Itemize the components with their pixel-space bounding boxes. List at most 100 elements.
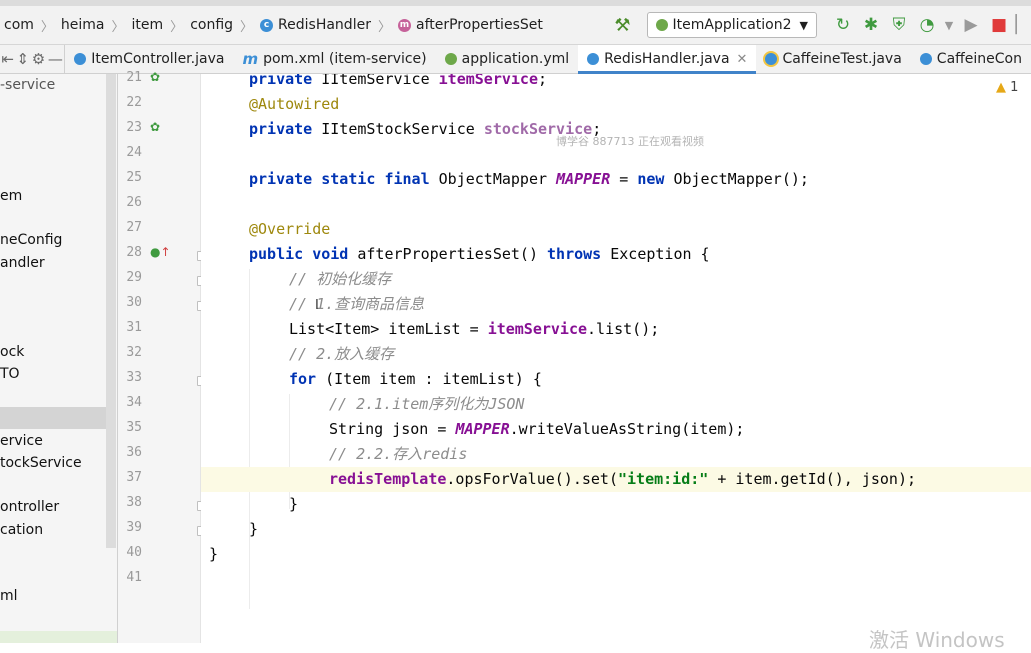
tree-item[interactable]: ervice — [0, 433, 43, 449]
warnings-indicator[interactable]: ▲ 1 — [996, 80, 1018, 95]
breadcrumb-label: item — [131, 17, 164, 33]
line-number: 32 — [126, 345, 142, 360]
chevron-right-icon: 〉 — [240, 19, 254, 35]
tab-application-yml[interactable]: application.yml — [436, 45, 579, 73]
line-number: 24 — [126, 145, 142, 160]
build-hammer-icon[interactable]: ⚒ — [614, 15, 630, 36]
annotation: @Override — [249, 220, 331, 238]
editor-gutter: 21 22 23 24 25 26 27 28 29 30 31 32 33 3… — [118, 70, 207, 643]
tree-item[interactable]: ock — [0, 344, 24, 360]
profile-icon[interactable]: ◔ — [913, 15, 941, 35]
coverage-icon[interactable]: ⛨ — [885, 15, 913, 35]
code-line-39: } — [249, 520, 259, 538]
code-line-40: } — [209, 545, 219, 563]
constant-name: MAPPER — [455, 420, 510, 438]
line-number: 23 — [126, 120, 142, 135]
chevron-right-icon: 〉 — [377, 19, 391, 35]
class-icon: c — [260, 18, 274, 32]
tab-label: CaffeineTest.java — [782, 51, 902, 67]
collapse-all-icon[interactable]: ⇤ — [1, 50, 14, 68]
more-run-options-icon[interactable]: ▼ — [941, 19, 957, 32]
code-line-23: private IItemStockService stockService; — [249, 117, 601, 142]
run-icon[interactable]: ▶ — [957, 15, 985, 35]
close-icon[interactable]: ✕ — [737, 52, 748, 67]
field-name: itemService — [487, 320, 588, 338]
line-number: 31 — [126, 320, 142, 335]
minimize-icon[interactable]: — — [48, 50, 63, 68]
tab-label: ItemController.java — [91, 51, 225, 67]
tab-label: RedisHandler.java — [604, 51, 730, 67]
line-number: 41 — [126, 570, 142, 585]
stop-icon[interactable]: ■ — [985, 15, 1013, 35]
expand-icon[interactable]: ⇕ — [17, 50, 30, 68]
tree-item[interactable]: ontroller — [0, 499, 59, 515]
rerun-icon[interactable]: ↻ — [829, 15, 857, 35]
breadcrumb-item-config[interactable]: config — [190, 17, 233, 33]
keyword: private — [249, 120, 313, 138]
debug-bug-icon[interactable]: ✱ — [857, 15, 885, 35]
code-line-36: // 2.2.存入redis — [329, 445, 468, 463]
tree-item[interactable]: ml — [0, 588, 18, 604]
tab-pom-xml[interactable]: m pom.xml (item-service) — [233, 45, 435, 73]
chevron-right-icon: 〉 — [40, 19, 54, 35]
tree-item[interactable]: TO — [0, 366, 20, 382]
tree-item[interactable]: andler — [0, 255, 45, 271]
code-text: String json = — [329, 420, 456, 438]
code-text: ObjectMapper(); — [673, 170, 809, 188]
run-toolbar: ⚒ ItemApplication2 ▼ ↻ ✱ ⛨ ◔ ▼ ▶ ■ ▏ — [614, 6, 1031, 44]
code-line-22: @Autowired — [249, 92, 339, 117]
line-number: 30 — [126, 295, 142, 310]
spring-bean-icon[interactable]: ✿ — [150, 120, 160, 134]
operator: = — [619, 170, 629, 188]
line-number: 36 — [126, 445, 142, 460]
run-configuration-select[interactable]: ItemApplication2 ▼ — [646, 12, 817, 38]
project-scrollbar[interactable] — [106, 74, 116, 548]
line-number: 25 — [126, 170, 142, 185]
indent-guide — [249, 269, 250, 609]
constant-name: MAPPER — [556, 170, 611, 188]
overflow-icon[interactable]: ▏ — [1013, 15, 1031, 35]
tab-caffeinetest[interactable]: CaffeineTest.java — [756, 45, 910, 73]
tree-item[interactable]: neConfig — [0, 232, 62, 248]
tab-redishandler[interactable]: RedisHandler.java ✕ — [578, 45, 757, 74]
tab-label: pom.xml (item-service) — [263, 51, 427, 67]
breadcrumb-label: config — [190, 17, 234, 33]
keyword: public void — [249, 245, 349, 263]
tab-caffeineconfig[interactable]: CaffeineCon — [911, 45, 1031, 73]
run-configuration-label: ItemApplication2 — [672, 17, 792, 33]
annotation: @Autowired — [249, 95, 340, 113]
warning-icon: ▲ — [996, 80, 1006, 95]
tab-itemcontroller[interactable]: ItemController.java — [65, 45, 233, 73]
tree-item[interactable]: cation — [0, 522, 43, 538]
video-watermark: 博学谷 887713 正在观看视频 — [556, 135, 704, 148]
type-name: IItemService — [321, 74, 430, 88]
breadcrumb-item-com[interactable]: com — [4, 17, 34, 33]
warnings-count: 1 — [1010, 80, 1019, 95]
breadcrumb: com 〉 heima 〉 item 〉 config 〉 c RedisHand… — [0, 16, 543, 35]
navigation-bar: com 〉 heima 〉 item 〉 config 〉 c RedisHand… — [0, 6, 1031, 45]
breadcrumb-item-method[interactable]: m afterPropertiesSet — [397, 17, 543, 33]
code-editor[interactable]: private IItemService itemService; @Autow… — [201, 74, 1031, 643]
code-line-21: private IItemService itemService; — [249, 74, 547, 92]
breadcrumb-item-item[interactable]: item — [132, 17, 164, 33]
gear-icon[interactable]: ⚙ — [32, 50, 45, 68]
spring-bean-icon[interactable]: ✿ — [150, 70, 160, 84]
override-method-icon[interactable]: ●↑ — [150, 245, 171, 259]
code-text: .writeValueAsString(item); — [509, 420, 745, 438]
code-line-25: private static final ObjectMapper MAPPER… — [249, 167, 809, 192]
code-line-33: for (Item item : itemList) { — [289, 367, 542, 392]
code-line-32: // 2.放入缓存 — [289, 345, 395, 363]
project-tree-panel: -service em neConfig andler ock TO ervic… — [0, 74, 118, 643]
punctuation: ; — [538, 74, 548, 88]
tree-item[interactable]: tockService — [0, 455, 82, 471]
breadcrumb-item-heima[interactable]: heima — [61, 17, 105, 33]
tree-item[interactable]: -service — [0, 77, 55, 93]
selected-tree-row[interactable] — [0, 407, 106, 429]
line-number: 34 — [126, 395, 142, 410]
class-icon — [74, 53, 87, 65]
breadcrumb-item-class[interactable]: c RedisHandler — [260, 17, 371, 33]
code-line-38: } — [289, 495, 299, 513]
tree-item[interactable]: em — [0, 188, 22, 204]
code-line-31: List<Item> itemList = itemService.list()… — [289, 317, 659, 342]
method-name: afterPropertiesSet() — [357, 245, 538, 263]
